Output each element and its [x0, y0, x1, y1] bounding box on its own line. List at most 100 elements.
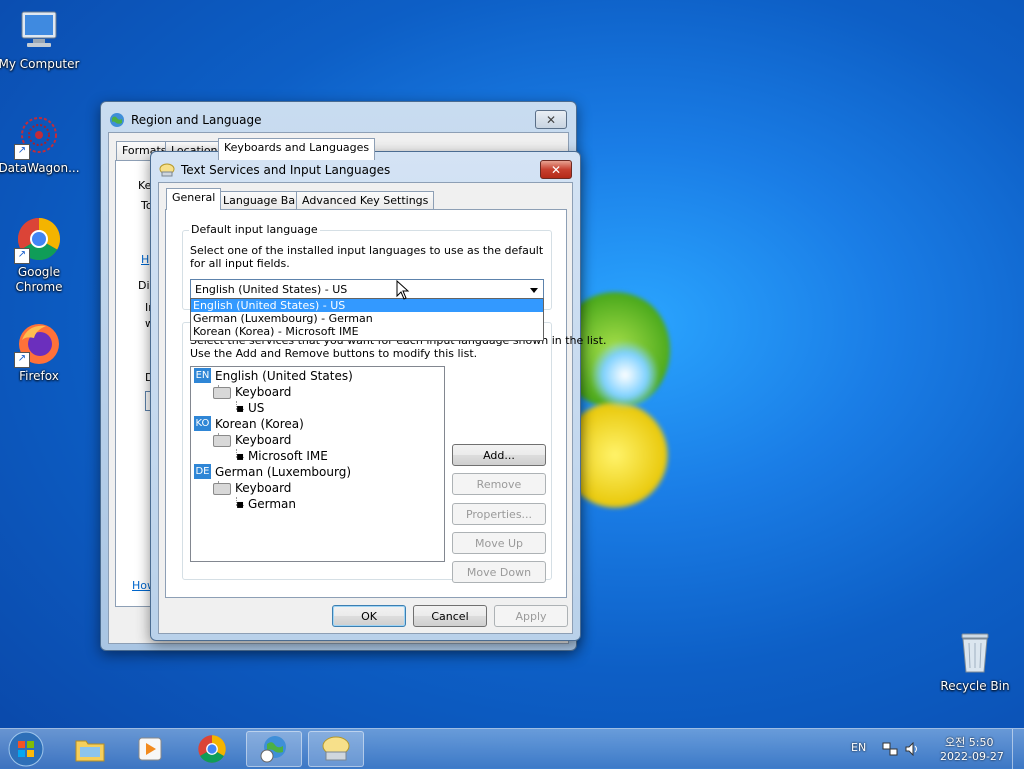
tree-keyboard-korean[interactable]: Keyboard	[213, 432, 291, 448]
tree-keyboard-label: Keyboard	[235, 385, 292, 399]
tree-language-german[interactable]: DE German (Luxembourg)	[194, 464, 351, 480]
keyboard-bubble-icon	[322, 736, 350, 761]
clock-time[interactable]: 오전 5:50	[945, 734, 993, 750]
globe-clock-icon	[260, 736, 286, 763]
tab-keyboards-and-languages[interactable]: Keyboards and Languages	[218, 138, 376, 160]
remove-button[interactable]: Remove	[452, 473, 546, 495]
taskbar-explorer[interactable]	[62, 731, 118, 767]
default-input-language-dropdown[interactable]: English (United States) - US German (Lux…	[190, 298, 544, 341]
desktop-icon-label: My Computer	[0, 57, 80, 71]
show-desktop-button[interactable]	[1012, 729, 1024, 769]
desktop-icon-my-computer[interactable]: My Computer	[0, 8, 81, 71]
installed-services-description-line2: Use the Add and Remove buttons to modify…	[190, 347, 478, 360]
bullet-icon: ▪	[236, 497, 248, 511]
tree-layout-label: US	[247, 401, 265, 415]
keyboard-bubble-icon	[159, 163, 175, 177]
shortcut-arrow-icon: ↗	[14, 144, 30, 160]
tree-language-korean[interactable]: KO Korean (Korea)	[194, 416, 304, 432]
text-services-close-button[interactable]: ✕	[540, 160, 572, 179]
tree-layout-label: Microsoft IME	[247, 449, 328, 463]
mouse-cursor-icon	[396, 280, 410, 300]
start-button[interactable]	[2, 731, 50, 767]
desktop-icon-recycle-bin[interactable]: Recycle Bin	[933, 630, 1017, 693]
tab-language-bar[interactable]: Language Bar	[217, 191, 306, 211]
tree-layout-label: German	[247, 497, 297, 511]
text-services-window: Text Services and Input Languages ✕ Gene…	[150, 151, 606, 641]
properties-button[interactable]: Properties...	[452, 503, 546, 525]
desktop-icon-firefox[interactable]: ↗ Firefox	[0, 320, 81, 383]
move-up-button[interactable]: Move Up	[452, 532, 546, 554]
wallpaper-logo-blue	[590, 340, 660, 410]
text-services-title: Text Services and Input Languages	[181, 163, 391, 177]
cancel-button[interactable]: Cancel	[413, 605, 487, 627]
tree-language-english[interactable]: EN English (United States)	[194, 368, 353, 384]
desktop-icon-label: Firefox	[19, 369, 59, 383]
dropdown-option[interactable]: Korean (Korea) - Microsoft IME	[191, 325, 543, 338]
region-link-fragment[interactable]: H	[141, 253, 149, 266]
tree-keyboard-label: Keyboard	[235, 481, 292, 495]
desktop-icon-label: Recycle Bin	[940, 679, 1010, 693]
taskbar-media-player[interactable]	[122, 731, 178, 767]
computer-icon	[16, 8, 62, 54]
dropdown-option[interactable]: German (Luxembourg) - German	[191, 312, 543, 325]
text-services-titlebar: Text Services and Input Languages	[159, 160, 390, 180]
tree-keyboard-german[interactable]: Keyboard	[213, 480, 291, 496]
text-services-body: General Language Bar Advanced Key Settin…	[158, 182, 606, 634]
default-input-language-description: Select one of the installed input langua…	[190, 244, 544, 270]
taskbar-region-language[interactable]	[246, 731, 302, 767]
tree-keyboard-english[interactable]: Keyboard	[213, 384, 291, 400]
language-badge: EN	[194, 368, 211, 383]
tree-language-label: English (United States)	[215, 369, 353, 383]
language-badge: DE	[194, 464, 211, 479]
keyboard-icon	[213, 434, 231, 447]
taskbar: EN 오전 5:50 2022-09-27	[0, 728, 1024, 769]
add-button[interactable]: Add...	[452, 444, 546, 466]
datawagon-icon: ↗	[14, 112, 62, 160]
shortcut-arrow-icon: ↗	[14, 352, 30, 368]
default-input-language-heading: Default input language	[189, 223, 320, 236]
tab-advanced-key-settings[interactable]: Advanced Key Settings	[296, 191, 435, 211]
tree-language-label: German (Luxembourg)	[215, 465, 352, 479]
tree-language-label: Korean (Korea)	[215, 417, 304, 431]
media-player-icon	[138, 737, 162, 761]
default-input-language-select[interactable]: English (United States) - US	[190, 279, 544, 299]
chrome-icon: ↗	[14, 216, 62, 264]
input-language-indicator[interactable]: EN	[851, 741, 866, 754]
chrome-icon	[198, 735, 226, 763]
tree-keyboard-label: Keyboard	[235, 433, 292, 447]
desktop-icon-label: Google Chrome	[15, 265, 63, 294]
dropdown-option[interactable]: English (United States) - US	[191, 299, 543, 312]
tab-general[interactable]: General	[166, 188, 222, 210]
general-tab-page: Default input language Select one of the…	[165, 209, 606, 598]
volume-icon[interactable]	[905, 742, 921, 756]
globe-icon	[110, 113, 124, 127]
clock-date[interactable]: 2022-09-27	[940, 750, 1004, 763]
default-input-language-value: English (United States) - US	[195, 283, 348, 296]
folder-icon	[75, 740, 105, 762]
region-window-titlebar: Region and Language	[109, 110, 262, 130]
installed-services-tree[interactable]: EN English (United States) Keyboard ▪ US …	[190, 366, 445, 562]
taskbar-text-services[interactable]	[308, 731, 364, 767]
region-window-title: Region and Language	[131, 113, 262, 127]
tree-layout-microsoft-ime[interactable]: ▪ Microsoft IME	[236, 448, 328, 464]
desktop-icon-datawagon[interactable]: ↗ DataWagon...	[0, 112, 81, 175]
language-badge: KO	[194, 416, 211, 431]
desktop-icon-chrome[interactable]: ↗ Google Chrome	[0, 216, 81, 295]
apply-button[interactable]: Apply	[494, 605, 568, 627]
windows-logo-icon	[8, 731, 44, 767]
tree-layout-us[interactable]: ▪ US	[236, 400, 264, 416]
bullet-icon: ▪	[236, 401, 248, 415]
move-down-button[interactable]: Move Down	[452, 561, 546, 583]
bullet-icon: ▪	[236, 449, 248, 463]
tree-layout-german[interactable]: ▪ German	[236, 496, 296, 512]
recycle-bin-icon	[952, 630, 998, 676]
desktop-icon-label: DataWagon...	[0, 161, 80, 175]
region-window-close-button[interactable]: ✕	[535, 110, 567, 129]
shortcut-arrow-icon: ↗	[14, 248, 30, 264]
network-icon[interactable]	[882, 742, 898, 756]
ok-button[interactable]: OK	[332, 605, 406, 627]
keyboard-icon	[213, 482, 231, 495]
taskbar-chrome[interactable]	[184, 731, 240, 767]
firefox-icon: ↗	[14, 320, 62, 368]
keyboard-icon	[213, 386, 231, 399]
